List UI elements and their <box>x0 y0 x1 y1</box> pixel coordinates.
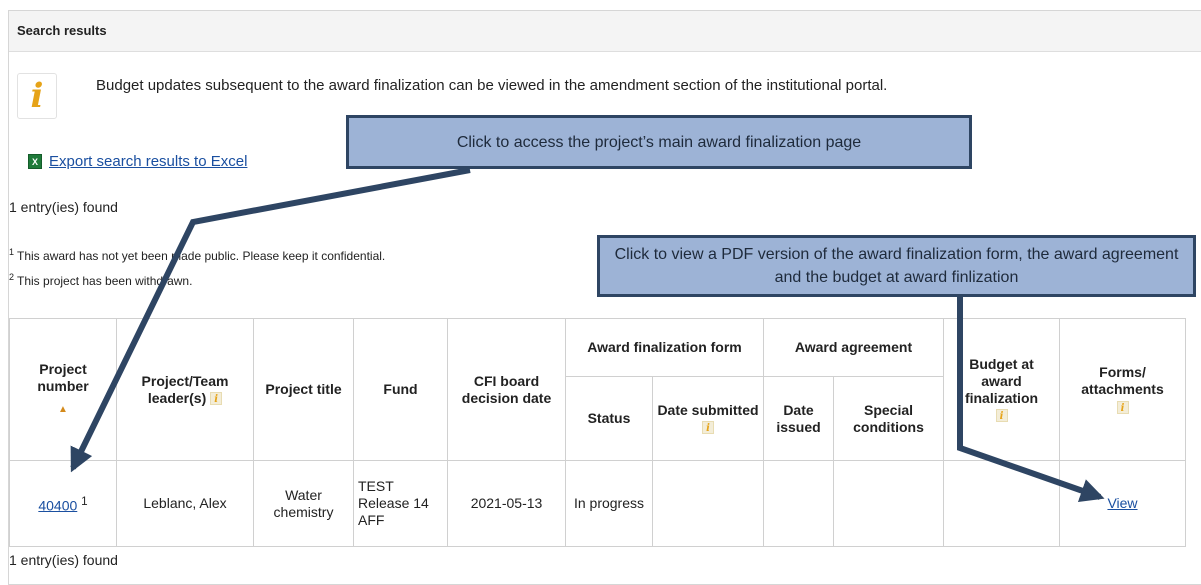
header-project-title: Project title <box>253 318 354 461</box>
header-date-issued: Date issued <box>763 376 834 461</box>
export-excel-label[interactable]: Export search results to Excel <box>49 153 247 170</box>
cell-date-issued <box>763 460 834 547</box>
cell-title: Water chemistry <box>253 460 354 547</box>
info-icon[interactable]: i <box>995 409 1008 423</box>
header-status: Status <box>565 376 653 461</box>
info-icon[interactable]: i <box>702 421 714 435</box>
table-row: 40400 1 Leblanc, Alex Water chemistry TE… <box>9 460 1186 547</box>
cell-budget <box>943 460 1060 547</box>
project-number-link[interactable]: 40400 <box>38 497 77 513</box>
excel-icon: X <box>28 154 42 169</box>
cell-special-conditions <box>833 460 944 547</box>
header-date-submitted: Date submitted i <box>652 376 764 461</box>
cell-project-number: 40400 1 <box>9 460 117 547</box>
results-table: Project number ▲ Project/Team leader(s) … <box>9 318 1186 547</box>
cell-leader: Leblanc, Alex <box>116 460 254 547</box>
info-icon[interactable]: i <box>210 392 223 406</box>
footnote-ref: 1 <box>81 494 88 508</box>
cell-decision-date: 2021-05-13 <box>447 460 566 547</box>
results-count-top: 1 entry(ies) found <box>9 199 118 215</box>
cell-forms: View <box>1059 460 1186 547</box>
cell-date-submitted <box>652 460 764 547</box>
footnote-2: 2 This project has been withdrawn. <box>9 272 193 288</box>
header-project-number[interactable]: Project number ▲ <box>9 318 117 461</box>
info-icon[interactable]: i <box>1116 400 1129 414</box>
header-fund: Fund <box>353 318 448 461</box>
info-message: Budget updates subsequent to the award f… <box>96 77 888 94</box>
panel-title: Search results <box>9 11 1201 52</box>
export-excel-link[interactable]: X Export search results to Excel <box>28 153 247 170</box>
results-count-bottom: 1 entry(ies) found <box>9 552 118 568</box>
header-special-conditions: Special conditions <box>833 376 944 461</box>
footnote-1: 1 This award has not yet been made public… <box>9 247 386 263</box>
sort-ascending-icon[interactable]: ▲ <box>14 401 112 418</box>
header-award-finalization-form: Award finalization form <box>565 318 764 377</box>
header-leaders: Project/Team leader(s) i <box>116 318 254 461</box>
header-budget: Budget at award finalization i <box>943 318 1060 461</box>
callout-project-link: Click to access the project’s main award… <box>346 115 972 169</box>
header-forms-attachments: Forms/ attachments i <box>1059 318 1186 461</box>
header-decision-date: CFI board decision date <box>447 318 566 461</box>
cell-fund: TEST Release 14 AFF <box>353 460 448 547</box>
view-pdf-link[interactable]: View <box>1107 495 1137 511</box>
info-icon: i <box>17 73 57 119</box>
cell-status: In progress <box>565 460 653 547</box>
header-award-agreement: Award agreement <box>763 318 944 377</box>
callout-view-pdf: Click to view a PDF version of the award… <box>597 235 1196 297</box>
